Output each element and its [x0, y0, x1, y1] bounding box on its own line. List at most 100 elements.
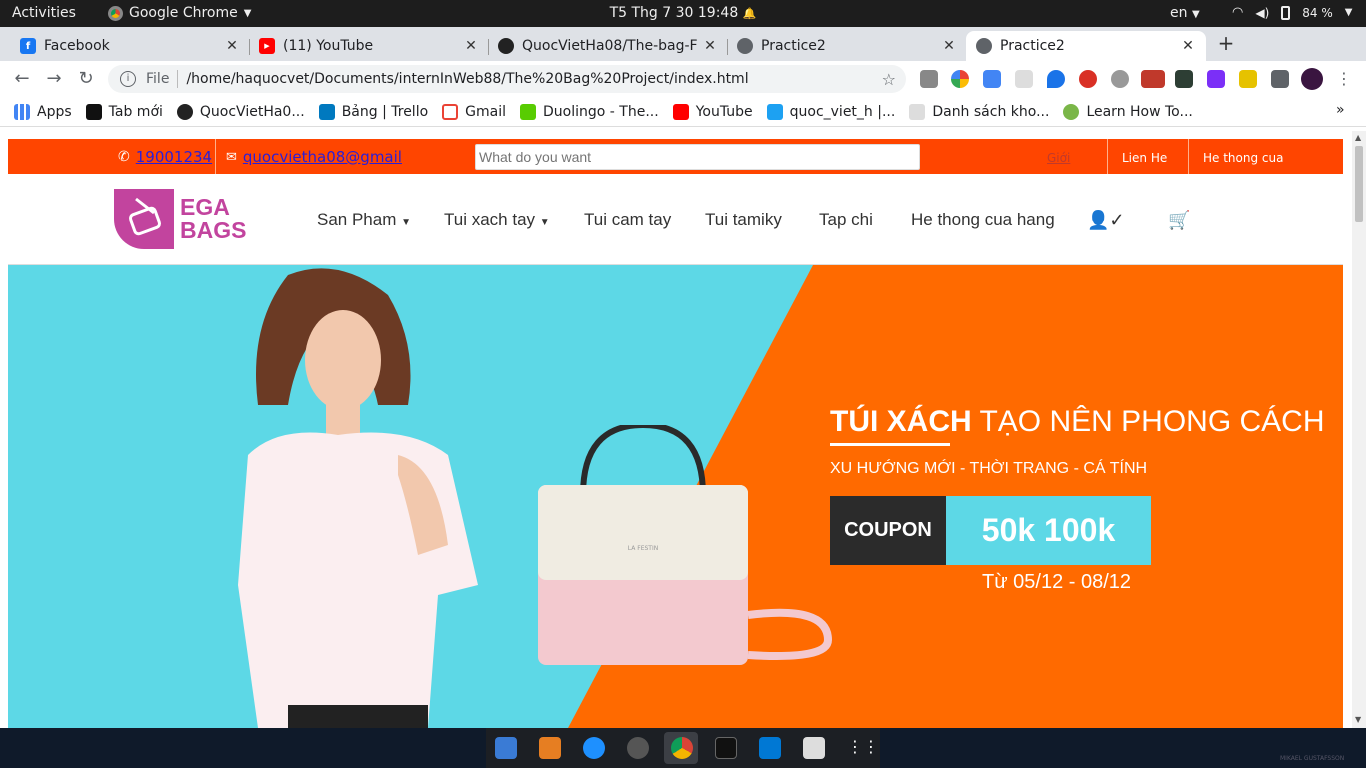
- bookmark-gmail[interactable]: Gmail: [442, 103, 506, 120]
- battery-percent: 84 %: [1302, 5, 1333, 20]
- caret-down-icon: ▼: [401, 217, 412, 228]
- close-icon[interactable]: ✕: [1180, 38, 1196, 54]
- bookmark-tab-moi[interactable]: Tab mới: [85, 103, 163, 120]
- bookmarks-bar: Apps Tab mới QuocVietHa0... Bảng | Trell…: [0, 97, 1366, 127]
- scrollbar-thumb[interactable]: [1355, 146, 1363, 222]
- notification-icon: 🔔: [742, 7, 757, 20]
- hero-banner[interactable]: LA FESTIN TÚI XÁCH TẠO NÊN PHONG CÁCH XU…: [8, 265, 1343, 728]
- bookmark-twitter[interactable]: quoc_viet_h |...: [766, 103, 895, 120]
- bookmark-apps[interactable]: Apps: [14, 103, 72, 120]
- logo-line2: BAGS: [180, 217, 247, 243]
- extension-icon[interactable]: [1015, 70, 1033, 88]
- extension-icon[interactable]: [951, 70, 969, 88]
- bookmark-learn[interactable]: Learn How To...: [1063, 103, 1193, 120]
- user-check-icon[interactable]: 👤✓: [1087, 210, 1125, 231]
- impress-icon[interactable]: [539, 737, 561, 759]
- menu-dots-icon[interactable]: ⋮: [1336, 69, 1352, 88]
- tab-practice2[interactable]: Practice2 ✕: [727, 31, 967, 61]
- system-tray[interactable]: ◠ ◀) 84 % ▼: [1232, 5, 1352, 20]
- close-icon[interactable]: ✕: [702, 38, 718, 54]
- show-apps-icon[interactable]: ⋮⋮: [847, 737, 879, 759]
- reload-button[interactable]: ↻: [75, 68, 97, 90]
- tab-facebook[interactable]: f Facebook ✕: [10, 31, 250, 61]
- address-bar[interactable]: i File /home/haquocvet/Documents/internI…: [108, 65, 906, 93]
- model-illustration: [238, 268, 478, 728]
- wifi-icon: ◠: [1232, 5, 1244, 20]
- phone-link[interactable]: 19001234: [136, 148, 212, 166]
- nav-tui-cam-tay[interactable]: Tui cam tay: [584, 210, 671, 230]
- link-intro[interactable]: Giới: [1047, 151, 1070, 165]
- nav-tap-chi[interactable]: Tap chi: [819, 210, 873, 230]
- bookmark-duolingo[interactable]: Duolingo - The...: [520, 103, 659, 120]
- bookmark-icon: [85, 103, 102, 120]
- calculator-icon[interactable]: [803, 737, 825, 759]
- chevron-down-icon: ▼: [1344, 7, 1353, 18]
- bookmark-youtube[interactable]: YouTube: [672, 103, 753, 120]
- link-stores[interactable]: He thong cua: [1203, 151, 1283, 165]
- profile-avatar[interactable]: [1301, 68, 1323, 90]
- browser-toolbar: ← → ↻ i File /home/haquocvet/Documents/i…: [0, 61, 1366, 97]
- clock[interactable]: T5 Thg 7 30 19:48 🔔: [0, 5, 1366, 21]
- page-scrollbar[interactable]: ▲ ▼: [1352, 131, 1366, 728]
- banner-subtitle: XU HƯỚNG MỚI - THỜI TRANG - CÁ TÍNH: [830, 460, 1148, 477]
- cart-icon[interactable]: 🛒: [1168, 210, 1190, 231]
- dock-watermark: MIKAEL GUSTAFSSON: [1280, 755, 1345, 762]
- close-icon[interactable]: ✕: [941, 38, 957, 54]
- url-text[interactable]: /home/haquocvet/Documents/internInWeb88/…: [186, 71, 881, 87]
- chrome-icon[interactable]: [671, 737, 693, 759]
- vscode-icon[interactable]: [759, 737, 781, 759]
- new-tab-button[interactable]: +: [1212, 32, 1240, 56]
- bookmark-danh-sach[interactable]: Danh sách kho...: [909, 103, 1049, 120]
- main-nav: EGA BAGS San Pham ▼ Tui xach tay ▼ Tui c…: [8, 175, 1343, 265]
- language-indicator[interactable]: en ▼: [1170, 5, 1200, 21]
- phone-icon: ✆: [118, 149, 130, 165]
- phone-contact: ✆ 19001234: [118, 148, 212, 166]
- info-icon[interactable]: i: [120, 71, 136, 87]
- bookmark-star-icon[interactable]: ☆: [882, 70, 896, 89]
- extension-icon[interactable]: [1175, 70, 1193, 88]
- coupon-label: COUPON: [830, 496, 946, 565]
- tab-strip: f Facebook ✕ ▶ (11) YouTube ✕ QuocVietHa…: [0, 27, 1366, 61]
- email-link[interactable]: quocvietha08@gmail: [243, 148, 402, 166]
- adblock-icon[interactable]: [1079, 70, 1097, 88]
- translate-icon[interactable]: [983, 70, 1001, 88]
- github-icon: [498, 38, 514, 54]
- extension-icon[interactable]: [1207, 70, 1225, 88]
- files-icon[interactable]: [495, 737, 517, 759]
- bookmark-trello[interactable]: Bảng | Trello: [318, 103, 428, 120]
- scheme-label: File: [146, 71, 170, 87]
- search-input[interactable]: [475, 144, 920, 170]
- youtube-icon: ▶: [259, 38, 275, 54]
- forward-button[interactable]: →: [43, 68, 65, 90]
- tab-youtube[interactable]: ▶ (11) YouTube ✕: [249, 31, 489, 61]
- site-logo[interactable]: EGA BAGS: [114, 189, 246, 249]
- terminal-icon[interactable]: [715, 737, 737, 759]
- apps-grid-icon: [14, 103, 30, 120]
- more-bookmarks-icon[interactable]: »: [1336, 102, 1345, 118]
- coupon-value: 50k 100k: [946, 496, 1151, 565]
- extension-icon[interactable]: [1141, 70, 1165, 88]
- extension-icon[interactable]: [1111, 70, 1129, 88]
- nav-tui-tamiky[interactable]: Tui tamiky: [705, 210, 782, 230]
- settings-icon[interactable]: [627, 737, 649, 759]
- battery-icon: [1281, 5, 1291, 20]
- close-icon[interactable]: ✕: [224, 38, 240, 54]
- bookmark-github[interactable]: QuocVietHa0...: [176, 103, 305, 120]
- nav-tui-xach-tay[interactable]: Tui xach tay ▼: [444, 210, 550, 230]
- back-button[interactable]: ←: [11, 68, 33, 90]
- app-store-icon[interactable]: [583, 737, 605, 759]
- extension-icon[interactable]: [1047, 70, 1065, 88]
- tab-github[interactable]: QuocVietHa08/The-bag-F ✕: [488, 31, 728, 61]
- extension-icon[interactable]: [1239, 70, 1257, 88]
- nav-san-pham[interactable]: San Pham ▼: [317, 210, 411, 230]
- tab-practice2-active[interactable]: Practice2 ✕: [966, 31, 1206, 61]
- close-icon[interactable]: ✕: [463, 38, 479, 54]
- extension-icon[interactable]: [920, 70, 938, 88]
- youtube-icon: [672, 103, 689, 120]
- title-underline: [830, 443, 950, 446]
- link-contact[interactable]: Lien He: [1122, 151, 1167, 165]
- nav-he-thong-cua-hang[interactable]: He thong cua hang: [911, 210, 1055, 230]
- globe-icon: [737, 38, 753, 54]
- github-icon: [176, 103, 193, 120]
- extensions-puzzle-icon[interactable]: [1271, 70, 1289, 88]
